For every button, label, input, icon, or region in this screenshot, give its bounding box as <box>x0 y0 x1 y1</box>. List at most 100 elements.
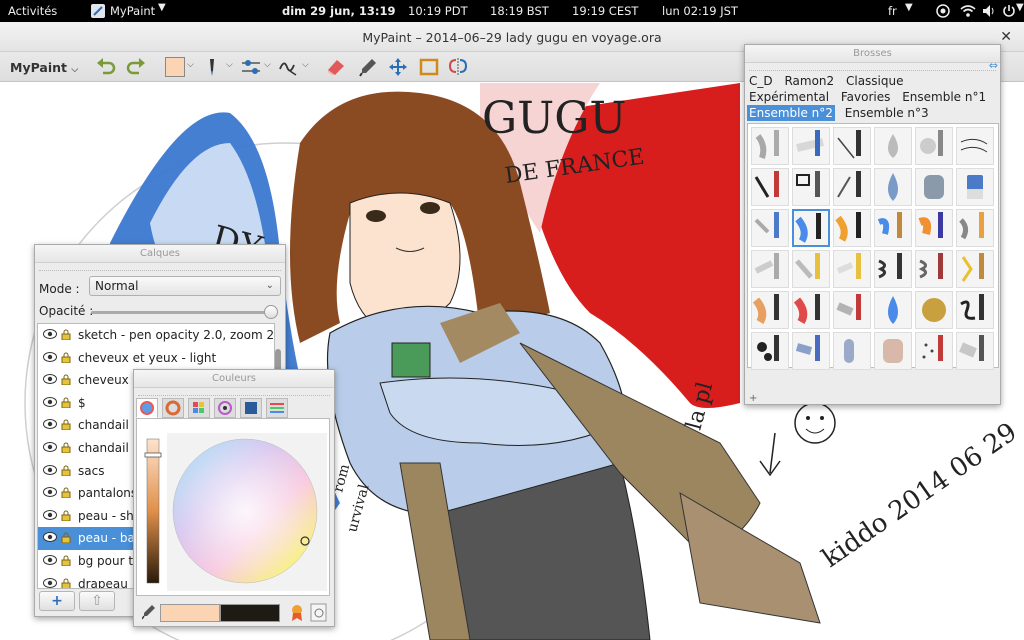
brush-preset[interactable] <box>833 332 871 370</box>
lock-icon[interactable] <box>61 487 71 499</box>
visibility-eye-icon[interactable] <box>43 532 57 543</box>
lock-icon[interactable] <box>61 442 71 453</box>
pan-icon[interactable] <box>387 57 409 77</box>
volume-icon[interactable] <box>982 4 996 18</box>
brush-preset[interactable] <box>874 127 912 165</box>
brush-preset[interactable] <box>915 168 953 206</box>
lock-icon[interactable] <box>61 532 71 544</box>
tab-hsv-square[interactable] <box>240 398 262 418</box>
ribbon-icon[interactable] <box>290 604 304 622</box>
visibility-eye-icon[interactable] <box>43 577 57 588</box>
chevron-down-icon[interactable]: ▼ <box>158 2 166 13</box>
lock-icon[interactable] <box>61 578 71 589</box>
app-menu-button[interactable]: MyPaint ⌵ <box>10 60 78 75</box>
brush-preset-selected[interactable] <box>792 209 830 247</box>
brush-group-favories[interactable]: Favories <box>839 89 893 105</box>
language-selector[interactable]: fr <box>888 4 897 18</box>
move-layer-up-button[interactable]: ⇧ <box>79 591 115 611</box>
stroke-icon[interactable] <box>278 57 300 77</box>
brush-group-classique[interactable]: Classique <box>844 73 906 89</box>
eraser-icon[interactable] <box>325 57 347 77</box>
tab-color-ring[interactable] <box>162 398 184 418</box>
brush-preset[interactable] <box>751 250 789 288</box>
lock-icon[interactable] <box>61 510 71 521</box>
brush-preset[interactable] <box>792 168 830 206</box>
redo-icon[interactable] <box>125 57 147 77</box>
current-color-swatch[interactable] <box>165 57 185 77</box>
chevron-down-icon[interactable]: ▼ <box>905 2 913 13</box>
brush-preset[interactable] <box>956 332 994 370</box>
opacity-slider-knob[interactable] <box>264 305 278 319</box>
brush-group-ensemble-3[interactable]: Ensemble n°3 <box>843 105 931 121</box>
brush-preset[interactable] <box>792 291 830 329</box>
brush-preset[interactable] <box>874 250 912 288</box>
undo-icon[interactable] <box>95 57 117 77</box>
frame-icon[interactable] <box>418 57 440 77</box>
visibility-eye-icon[interactable] <box>43 374 57 385</box>
brush-icon[interactable] <box>202 57 224 77</box>
brush-preset[interactable] <box>751 168 789 206</box>
lock-icon[interactable] <box>61 555 71 566</box>
brush-preset[interactable] <box>751 127 789 165</box>
brush-preset[interactable] <box>833 250 871 288</box>
brush-preset[interactable] <box>751 332 789 370</box>
eyedropper-icon[interactable] <box>142 604 156 620</box>
visibility-eye-icon[interactable] <box>43 351 57 362</box>
brush-preset[interactable] <box>792 250 830 288</box>
lock-icon[interactable] <box>61 374 71 386</box>
layers-panel-title[interactable]: Calques <box>35 245 285 263</box>
lock-icon[interactable] <box>61 397 71 408</box>
value-slider-handle[interactable] <box>144 452 162 458</box>
visibility-eye-icon[interactable] <box>43 464 57 475</box>
brush-preset[interactable] <box>874 291 912 329</box>
brush-preset[interactable] <box>956 291 994 329</box>
chevron-down-icon[interactable]: ⌵ <box>226 60 233 70</box>
visibility-eye-icon[interactable] <box>43 419 57 430</box>
add-layer-button[interactable]: + <box>39 591 75 611</box>
layer-item[interactable]: cheveux et yeux - light <box>38 347 274 370</box>
brush-preset[interactable] <box>956 209 994 247</box>
brush-preset[interactable] <box>956 127 994 165</box>
visibility-eye-icon[interactable] <box>43 329 57 339</box>
activities-button[interactable]: Activités <box>8 4 57 18</box>
tab-hue-wheel[interactable] <box>136 398 158 418</box>
layers-panel-grip[interactable] <box>39 263 281 271</box>
visibility-eye-icon[interactable] <box>43 509 57 520</box>
color-picker-icon[interactable] <box>357 57 379 77</box>
layer-item[interactable]: sketch - pen opacity 2.0, zoom 25% <box>38 324 274 347</box>
visibility-eye-icon[interactable] <box>43 396 57 407</box>
lock-icon[interactable] <box>61 352 71 363</box>
lock-icon[interactable] <box>61 329 71 340</box>
opacity-slider-track[interactable] <box>91 311 271 314</box>
brush-preset[interactable] <box>874 332 912 370</box>
brush-preset[interactable] <box>751 291 789 329</box>
brush-group-c-d[interactable]: C_D <box>747 73 775 89</box>
brush-preset[interactable] <box>792 127 830 165</box>
tab-hsv-triangle[interactable] <box>214 398 236 418</box>
lock-icon[interactable] <box>61 465 71 476</box>
symmetry-icon[interactable] <box>447 57 469 77</box>
brush-preset[interactable] <box>915 332 953 370</box>
wifi-icon[interactable] <box>960 4 976 18</box>
panel-drag-handle-icon[interactable]: ⇔ <box>989 59 998 72</box>
tab-palette[interactable] <box>188 398 210 418</box>
brush-preset[interactable] <box>833 127 871 165</box>
brush-group-experimental[interactable]: Expérimental <box>747 89 831 105</box>
visibility-eye-icon[interactable] <box>43 441 57 452</box>
brush-group-ensemble-2[interactable]: Ensemble n°2 <box>747 105 835 121</box>
color-details-icon[interactable] <box>310 603 328 623</box>
brush-preset[interactable] <box>915 291 953 329</box>
brushes-panel-grip[interactable] <box>749 63 996 71</box>
brushes-panel-title[interactable]: Brosses <box>745 45 1000 63</box>
brush-preset[interactable] <box>833 168 871 206</box>
power-icon[interactable] <box>1002 4 1016 18</box>
close-icon[interactable]: ✕ <box>1000 29 1012 45</box>
brush-settings-icon[interactable] <box>240 57 262 77</box>
colors-panel-title[interactable]: Couleurs <box>134 370 334 388</box>
accessibility-icon[interactable] <box>936 4 950 18</box>
previous-color-swatch[interactable] <box>220 604 280 622</box>
brush-preset[interactable] <box>833 291 871 329</box>
brush-preset[interactable] <box>956 250 994 288</box>
brush-preset[interactable] <box>915 127 953 165</box>
app-menu[interactable]: MyPaint <box>110 4 155 18</box>
